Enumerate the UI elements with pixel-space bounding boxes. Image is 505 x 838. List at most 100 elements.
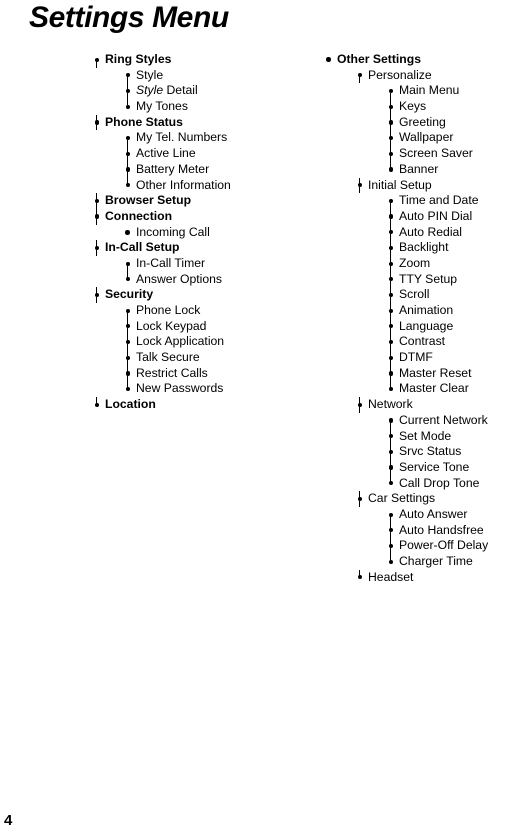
menu-item-label: Master Reset — [399, 365, 472, 380]
diamond-bullet-icon — [124, 381, 133, 397]
menu-item-level-2: Active Line — [88, 146, 303, 162]
diamond-bullet-icon — [387, 350, 396, 366]
bullet-dot — [125, 104, 130, 109]
menu-item-label: TTY Setup — [399, 271, 458, 286]
menu-item-label: Main Menu — [399, 83, 460, 98]
menu-item-label: Headset — [368, 569, 414, 584]
bullet-dot — [388, 481, 393, 486]
diamond-bullet-icon — [387, 381, 396, 397]
menu-item-label: Current Network — [399, 412, 488, 427]
diamond-bullet-icon — [93, 240, 102, 256]
diamond-bullet-icon — [387, 146, 396, 162]
diamond-bullet-icon — [124, 68, 133, 84]
menu-item-label: Keys — [399, 99, 427, 114]
menu-item-label: Other Settings — [337, 52, 421, 66]
diamond-bullet-icon — [387, 507, 396, 523]
menu-item-label: In-Call Timer — [136, 255, 206, 270]
menu-item-level-1: Other Settings — [320, 52, 505, 68]
menu-item-level-2: Lock Application — [88, 334, 303, 351]
menu-item-label: Ring Styles — [105, 52, 172, 66]
menu-item-label: Security — [105, 287, 154, 302]
diamond-bullet-icon — [387, 208, 396, 225]
menu-item-level-3: Auto Redial — [320, 224, 505, 241]
diamond-bullet-icon — [124, 83, 133, 100]
menu-item-label: Style — [136, 67, 164, 82]
diamond-bullet-icon — [387, 114, 396, 131]
menu-item-label: Other Information — [136, 177, 231, 192]
menu-item-level-3: Time and Date — [320, 193, 505, 209]
diamond-bullet-icon — [124, 161, 133, 178]
diamond-bullet-icon — [387, 538, 396, 554]
menu-item-label: DTMF — [399, 350, 433, 365]
diamond-bullet-icon — [387, 459, 396, 476]
diamond-bullet-icon — [387, 334, 396, 351]
bullet-dot — [357, 575, 362, 580]
menu-item-level-3: Service Tone — [320, 459, 505, 476]
menu-item-level-2: Style Detail — [88, 83, 303, 100]
menu-item-level-2: Initial Setup — [320, 177, 505, 194]
diamond-bullet-icon — [356, 491, 365, 507]
menu-item-level-1: In-Call Setup — [88, 240, 303, 256]
diamond-bullet-icon — [387, 161, 396, 178]
diamond-bullet-icon — [387, 240, 396, 256]
menu-item-level-2: Other Information — [88, 177, 303, 194]
diamond-bullet-icon — [124, 130, 133, 147]
italic-term: Style — [136, 83, 164, 98]
menu-item-label: Zoom — [399, 255, 431, 270]
menu-item-level-3: Backlight — [320, 240, 505, 256]
bullet-dot — [125, 183, 130, 188]
menu-item-label: Answer Options — [136, 271, 223, 286]
menu-item-label: Car Settings — [368, 491, 436, 506]
diamond-bullet-icon — [356, 177, 365, 194]
menu-item-level-2: My Tones — [88, 99, 303, 115]
menu-item-level-2: Phone Lock — [88, 303, 303, 319]
menu-item-level-2: Battery Meter — [88, 161, 303, 178]
menu-item-level-3: Auto Answer — [320, 507, 505, 523]
menu-item-level-3: Keys — [320, 99, 505, 115]
diamond-bullet-icon — [387, 475, 396, 492]
diamond-bullet-icon — [387, 255, 396, 272]
page-number: 4 — [4, 812, 13, 829]
menu-item-label: Phone Lock — [136, 303, 201, 317]
menu-item-level-3: Current Network — [320, 413, 505, 429]
menu-item-level-2: Incoming Call — [88, 225, 303, 241]
menu-item-label: Location — [105, 397, 156, 412]
menu-item-label: Auto Answer — [399, 506, 468, 521]
menu-item-label: Auto Handsfree — [399, 522, 484, 537]
bullet-dot — [388, 387, 393, 392]
menu-item-label: My Tones — [136, 99, 188, 114]
menu-item-level-3: Set Mode — [320, 428, 505, 445]
menu-item-label: Active Line — [136, 146, 196, 161]
menu-item-label: Auto Redial — [399, 224, 463, 239]
menu-item-level-3: Wallpaper — [320, 130, 505, 147]
menu-item-label: Wallpaper — [399, 130, 454, 145]
menu-item-level-3: Animation — [320, 303, 505, 319]
menu-item-label: Greeting — [399, 114, 446, 129]
menu-item-label: Backlight — [399, 240, 449, 255]
menu-item-level-2: Restrict Calls — [88, 365, 303, 382]
menu-item-label: Lock Application — [136, 334, 225, 349]
bullet-dot — [388, 167, 393, 172]
bullet-dot — [125, 229, 130, 235]
menu-item-level-3: Master Reset — [320, 365, 505, 382]
menu-item-level-3: Screen Saver — [320, 146, 505, 162]
diamond-bullet-icon — [356, 569, 365, 586]
page-title: Settings Menu — [29, 1, 229, 34]
menu-item-level-3: Call Drop Tone — [320, 475, 505, 492]
diamond-bullet-icon — [387, 99, 396, 115]
menu-item-level-3: Greeting — [320, 114, 505, 131]
menu-item-label: Auto PIN Dial — [399, 208, 473, 223]
menu-item-label: Scroll — [399, 287, 430, 302]
diamond-bullet-icon — [387, 365, 396, 382]
menu-item-label: Language — [399, 318, 454, 333]
bullet-dot — [125, 277, 130, 282]
menu-item-level-3: Auto PIN Dial — [320, 208, 505, 225]
menu-item-label: Srvc Status — [399, 444, 462, 459]
menu-column-left: Ring Styles Style Style Detail My Tones Phon… — [88, 52, 303, 413]
diamond-bullet-icon — [387, 83, 396, 100]
diamond-bullet-icon — [387, 554, 396, 570]
diamond-bullet-icon — [93, 397, 102, 413]
menu-item-label: Incoming Call — [136, 224, 210, 239]
menu-item-label: Style Detail — [136, 83, 198, 99]
menu-item-level-3: Srvc Status — [320, 444, 505, 460]
